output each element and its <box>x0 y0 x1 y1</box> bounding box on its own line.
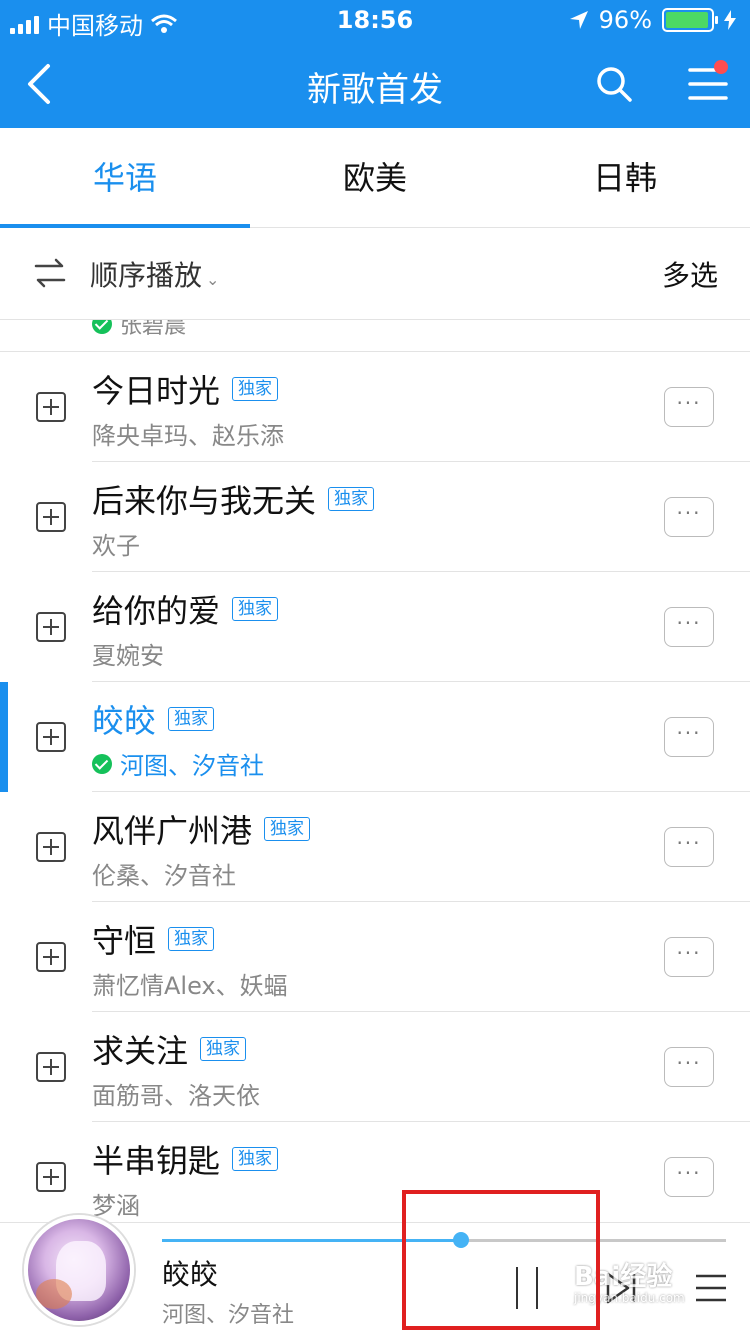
list-item[interactable]: 今日时光 独家 降央卓玛、赵乐添 ··· <box>0 352 750 462</box>
nav-bar: 新歌首发 <box>0 40 750 128</box>
song-artist: 降央卓玛、赵乐添 <box>92 422 284 450</box>
exclusive-badge: 独家 <box>232 1147 279 1171</box>
song-title: 求关注 <box>92 1032 189 1070</box>
battery-percent: 96% <box>598 6 652 34</box>
add-to-playlist-icon[interactable] <box>36 1162 66 1192</box>
sequential-play-icon[interactable] <box>34 258 66 288</box>
song-title: 守恒 <box>92 922 157 960</box>
more-options-button[interactable]: ··· <box>664 1047 714 1087</box>
song-title: 皎皎 <box>92 702 157 740</box>
battery-icon <box>662 8 718 32</box>
album-cover[interactable] <box>24 1215 134 1325</box>
exclusive-badge: 独家 <box>328 487 375 511</box>
song-artist: 张碧晨 <box>120 320 187 339</box>
song-title: 半串钥匙 <box>92 1142 221 1180</box>
more-options-button[interactable]: ··· <box>664 937 714 977</box>
list-item[interactable]: 张碧晨 <box>0 320 750 352</box>
song-title: 给你的爱 <box>92 592 221 630</box>
tab-japan-korea[interactable]: 日韩 <box>500 128 750 228</box>
add-to-playlist-icon[interactable] <box>36 942 66 972</box>
battery-fill <box>666 12 709 28</box>
more-options-button[interactable]: ··· <box>664 717 714 757</box>
charging-bolt-icon <box>724 10 736 30</box>
play-mode-label: 顺序播放 <box>90 259 203 292</box>
downloaded-check-icon <box>92 753 112 774</box>
more-options-button[interactable]: ··· <box>664 1157 714 1197</box>
notification-dot <box>714 60 728 74</box>
song-title: 风伴广州港 <box>92 812 253 850</box>
multi-select-button[interactable]: 多选 <box>662 254 718 294</box>
song-artist: 面筋哥、洛天依 <box>92 1082 260 1110</box>
location-arrow-icon <box>569 11 588 29</box>
progress-handle[interactable] <box>452 1232 469 1248</box>
song-title: 后来你与我无关 <box>92 482 317 520</box>
exclusive-badge: 独家 <box>264 817 311 841</box>
song-list: 张碧晨 今日时光 独家 降央卓玛、赵乐添 ··· 后来你与我无关 独家 欢子 ·… <box>0 320 750 1222</box>
song-artist: 萧忆情Alex、妖蝠 <box>92 972 288 1000</box>
add-to-playlist-icon[interactable] <box>36 502 66 532</box>
list-item-now-playing[interactable]: 皎皎 独家 河图、汐音社 ··· <box>0 682 750 792</box>
add-to-playlist-icon[interactable] <box>36 612 66 642</box>
more-options-button[interactable]: ··· <box>664 827 714 867</box>
add-to-playlist-icon[interactable] <box>36 832 66 862</box>
song-title: 今日时光 <box>92 372 221 410</box>
more-options-button[interactable]: ··· <box>664 497 714 537</box>
exclusive-badge: 独家 <box>232 377 279 401</box>
list-item[interactable]: 守恒 独家 萧忆情Alex、妖蝠 ··· <box>0 902 750 1012</box>
list-item[interactable]: 给你的爱 独家 夏婉安 ··· <box>0 572 750 682</box>
more-options-button[interactable]: ··· <box>664 607 714 647</box>
now-playing-indicator <box>0 682 8 792</box>
category-tabs: 华语 欧美 日韩 <box>0 128 750 228</box>
status-bar: 中国移动 18:56 96% <box>0 0 750 40</box>
chevron-down-icon: ⌄ <box>206 270 220 289</box>
exclusive-badge: 独家 <box>200 1037 247 1061</box>
player-artist: 河图、汐音社 <box>162 1303 295 1328</box>
song-artist: 夏婉安 <box>92 642 164 670</box>
song-artist: 伦桑、汐音社 <box>92 862 236 890</box>
progress-bar[interactable] <box>162 1232 726 1248</box>
list-item[interactable]: 半串钥匙 独家 梦涵 ··· <box>0 1122 750 1222</box>
pause-icon[interactable] <box>512 1267 544 1309</box>
search-icon[interactable] <box>594 64 634 104</box>
song-artist: 欢子 <box>92 532 140 560</box>
status-right: 96% <box>569 6 736 34</box>
song-artist: 梦涵 <box>92 1192 140 1220</box>
exclusive-badge: 独家 <box>168 927 215 951</box>
playlist-icon[interactable] <box>694 1273 728 1303</box>
tab-western[interactable]: 欧美 <box>250 128 500 228</box>
watermark: Bai经验 jingyan.baidu.com <box>574 1262 685 1305</box>
list-item[interactable]: 求关注 独家 面筋哥、洛天依 ··· <box>0 1012 750 1122</box>
exclusive-badge: 独家 <box>232 597 279 621</box>
more-options-button[interactable]: ··· <box>664 387 714 427</box>
page-title: 新歌首发 <box>307 70 443 110</box>
add-to-playlist-icon[interactable] <box>36 1052 66 1082</box>
player-song-title: 皎皎 <box>162 1258 219 1291</box>
add-to-playlist-icon[interactable] <box>36 722 66 752</box>
downloaded-check-icon <box>92 320 112 334</box>
tab-chinese[interactable]: 华语 <box>0 128 250 228</box>
list-item[interactable]: 风伴广州港 独家 伦桑、汐音社 ··· <box>0 792 750 902</box>
add-to-playlist-icon[interactable] <box>36 392 66 422</box>
list-item[interactable]: 后来你与我无关 独家 欢子 ··· <box>0 462 750 572</box>
exclusive-badge: 独家 <box>168 707 215 731</box>
song-artist: 河图、汐音社 <box>120 752 264 780</box>
list-toolbar: 顺序播放 ⌄ 多选 <box>0 228 750 320</box>
progress-fill <box>162 1239 461 1242</box>
play-mode-dropdown[interactable]: 顺序播放 ⌄ <box>90 254 219 294</box>
